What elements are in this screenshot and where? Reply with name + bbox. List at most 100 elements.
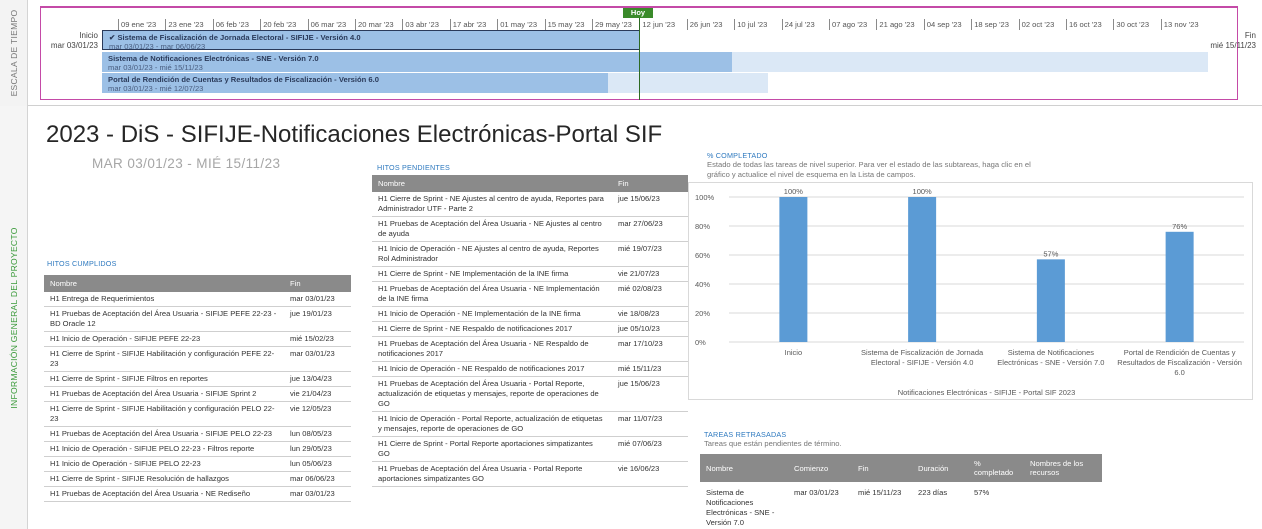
milestone-end: mar 03/01/23: [284, 486, 351, 502]
timeline-tick: 20 feb '23: [260, 19, 297, 30]
table-row[interactable]: H1 Inicio de Operación - NE Implementaci…: [372, 306, 688, 322]
table-row[interactable]: H1 Cierre de Sprint - SIFIJE Filtros en …: [44, 371, 351, 387]
timeline-bar-portal[interactable]: Portal de Rendición de Cuentas y Resulta…: [102, 73, 768, 93]
pendientes-table[interactable]: Nombre Fin H1 Cierre de Sprint - NE Ajus…: [372, 175, 688, 487]
milestone-end: jue 15/06/23: [612, 376, 688, 412]
chart-data-label: 76%: [1172, 222, 1187, 231]
table-row[interactable]: H1 Pruebas de Aceptación del Área Usuari…: [44, 386, 351, 402]
timeline-tick: 10 jul '23: [734, 19, 768, 30]
table-row[interactable]: H1 Pruebas de Aceptación del Área Usuari…: [372, 281, 688, 307]
table-row[interactable]: H1 Inicio de Operación - SIFIJE PELO 22-…: [44, 456, 351, 472]
table-row[interactable]: H1 Cierre de Sprint - NE Respaldo de not…: [372, 321, 688, 337]
col-header[interactable]: Duración: [912, 454, 968, 482]
timeline-tick: 17 abr '23: [449, 19, 487, 30]
today-flag: Hoy: [623, 8, 653, 18]
table-row[interactable]: H1 Pruebas de Aceptación del Área Usuari…: [372, 376, 688, 412]
overview-side-label: INFORMACIÓN GENERAL DEL PROYECTO: [0, 106, 28, 529]
milestone-end: mar 11/07/23: [612, 411, 688, 437]
table-row[interactable]: H1 Inicio de Operación - Portal Reporte,…: [372, 411, 688, 437]
col-header-end[interactable]: Fin: [612, 175, 688, 192]
table-row[interactable]: H1 Cierre de Sprint - NE Implementación …: [372, 266, 688, 282]
task-end: mié 15/11/23: [858, 488, 902, 497]
timeline-tick: 24 jul '23: [781, 19, 815, 30]
timeline-end: Fin mié 15/11/23: [1210, 31, 1256, 50]
col-header[interactable]: Nombres de los recursos: [1024, 454, 1102, 482]
col-header[interactable]: Comienzo: [788, 454, 852, 482]
table-row[interactable]: H1 Cierre de Sprint - SIFIJE Habilitació…: [44, 346, 351, 372]
retrasadas-table[interactable]: Nombre Comienzo Fin Duración% completado Nom…: [700, 454, 1102, 529]
milestone-end: lun 05/06/23: [284, 456, 351, 472]
table-row[interactable]: H1 Cierre de Sprint - SIFIJE Resolución …: [44, 471, 351, 487]
table-row[interactable]: H1 Pruebas de Aceptación del Área Usuari…: [44, 426, 351, 442]
chart-bar: [1036, 259, 1065, 342]
milestone-name: H1 Cierre de Sprint - SIFIJE Filtros en …: [44, 371, 284, 387]
timeline-tick: 29 may '23: [592, 19, 632, 30]
table-row[interactable]: H1 Pruebas de Aceptación del Área Usuari…: [44, 486, 351, 502]
timeline-tick: 09 ene '23: [117, 19, 157, 30]
milestone-name: H1 Cierre de Sprint - NE Implementación …: [372, 266, 612, 282]
col-header-name[interactable]: Nombre: [372, 175, 612, 192]
table-row[interactable]: H1 Cierre de Sprint - SIFIJE Habilitació…: [44, 401, 351, 427]
timeline-bar-sne[interactable]: Sistema de Notificaciones Electrónicas -…: [102, 52, 1208, 72]
chart-y-tick: 40%: [695, 280, 710, 289]
milestone-name: H1 Pruebas de Aceptación del Área Usuari…: [372, 376, 612, 412]
chart-y-tick: 80%: [695, 222, 710, 231]
milestone-end: jue 19/01/23: [284, 306, 351, 332]
milestone-name: H1 Cierre de Sprint - NE Ajustes al cent…: [372, 192, 612, 217]
milestone-end: vie 12/05/23: [284, 401, 351, 427]
completion-chart[interactable]: 0% 20% 40% 60% 80% 100% 100% Inicio 100% Sistema …: [688, 182, 1253, 400]
timeline-tick: 03 abr '23: [402, 19, 439, 30]
table-row[interactable]: H1 Entrega de Requerimientos mar 03/01/23: [44, 292, 351, 307]
milestone-name: H1 Inicio de Operación - SIFIJE PELO 22-…: [44, 441, 284, 457]
timeline-bar-sifije[interactable]: ✔ Sistema de Fiscalización de Jornada El…: [102, 30, 640, 51]
milestone-end: mar 27/06/23: [612, 216, 688, 242]
timeline-tick: 16 oct '23: [1066, 19, 1102, 30]
timeline-panel: ESCALA DE TIEMPO 09 ene '23 23 ene '23 06 …: [0, 0, 1262, 106]
project-date-range: MAR 03/01/23 - MIÉ 15/11/23: [92, 156, 281, 171]
table-row[interactable]: H1 Cierre de Sprint - NE Ajustes al cent…: [372, 192, 688, 217]
timeline-tick: 01 may '23: [497, 19, 538, 30]
milestone-end: lun 29/05/23: [284, 441, 351, 457]
cumplidos-table[interactable]: Nombre Fin H1 Entrega de Requerimientos m…: [44, 275, 351, 502]
table-row[interactable]: H1 Inicio de Operación - SIFIJE PELO 22-…: [44, 441, 351, 457]
table-row[interactable]: H1 Pruebas de Aceptación del Área Usuari…: [372, 461, 688, 487]
cumplidos-heading: HITOS CUMPLIDOS: [47, 259, 117, 268]
chart-data-label: 100%: [784, 187, 804, 196]
table-row[interactable]: H1 Cierre de Sprint - Portal Reporte apo…: [372, 436, 688, 462]
table-row[interactable]: H1 Inicio de Operación - SIFIJE PEFE 22-…: [44, 331, 351, 347]
page-title: 2023 - DiS - SIFIJE-Notificaciones Elect…: [46, 121, 663, 148]
col-header-name[interactable]: Nombre: [44, 275, 284, 292]
chart-category-label: Portal de Rendición de Cuentas y Resultad…: [1117, 348, 1242, 377]
table-row[interactable]: Sistema de Notificaciones Electrónicas -…: [700, 482, 1102, 529]
timeline-tick: 02 oct '23: [1018, 19, 1055, 30]
milestone-name: H1 Cierre de Sprint - SIFIJE Resolución …: [44, 471, 284, 487]
timeline-tick: 26 jun '23: [686, 19, 723, 30]
milestone-name: H1 Inicio de Operación - Portal Reporte,…: [372, 411, 612, 437]
table-row[interactable]: H1 Pruebas de Aceptación del Área Usuari…: [44, 306, 351, 332]
col-header[interactable]: Nombre: [700, 454, 788, 482]
col-header-end[interactable]: Fin: [284, 275, 351, 292]
milestone-name: H1 Pruebas de Aceptación del Área Usuari…: [44, 486, 284, 502]
milestone-end: mar 03/01/23: [284, 346, 351, 372]
chart-y-tick: 20%: [695, 309, 710, 318]
col-header[interactable]: % completado: [968, 454, 1024, 482]
table-row[interactable]: H1 Pruebas de Aceptación del Área Usuari…: [372, 216, 688, 242]
timeline-start: Inicio mar 03/01/23: [50, 31, 98, 50]
timeline-tick: 18 sep '23: [971, 19, 1009, 30]
col-header[interactable]: Fin: [852, 454, 912, 482]
retrasadas-heading: TAREAS RETRASADAS: [704, 430, 787, 439]
milestone-name: H1 Cierre de Sprint - Portal Reporte apo…: [372, 436, 612, 462]
pendientes-heading: HITOS PENDIENTES: [377, 163, 450, 172]
chart-x-axis-label: Notificaciones Electrónicas - SIFIJE - P…: [898, 388, 1076, 397]
chart-bar: [779, 197, 808, 342]
milestone-name: H1 Pruebas de Aceptación del Área Usuari…: [372, 216, 612, 242]
timeline-tick: 30 oct '23: [1113, 19, 1150, 30]
milestone-name: H1 Entrega de Requerimientos: [44, 292, 284, 307]
milestone-end: mar 03/01/23: [284, 292, 351, 307]
chart-bar: [1165, 231, 1194, 342]
chart-y-tick: 0%: [695, 338, 706, 347]
table-row[interactable]: H1 Pruebas de Aceptación del Área Usuari…: [372, 336, 688, 362]
table-row[interactable]: H1 Inicio de Operación - NE Respaldo de …: [372, 361, 688, 377]
table-row[interactable]: H1 Inicio de Operación - NE Ajustes al c…: [372, 241, 688, 267]
milestone-name: H1 Inicio de Operación - SIFIJE PEFE 22-…: [44, 331, 284, 347]
